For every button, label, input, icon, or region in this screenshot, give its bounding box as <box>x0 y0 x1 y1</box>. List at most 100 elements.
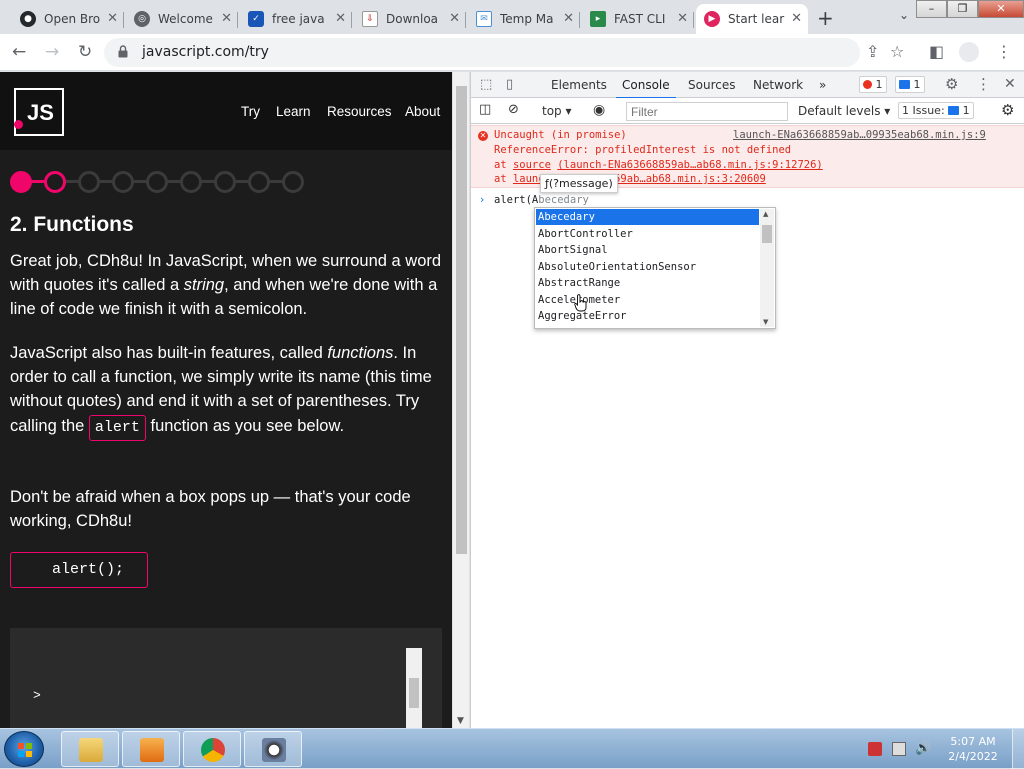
clear-console-icon[interactable]: ⊘ <box>508 102 519 117</box>
tab-network[interactable]: Network <box>753 78 803 92</box>
progress-step-dot[interactable] <box>112 171 134 193</box>
bookmark-star-icon[interactable]: ☆ <box>890 42 904 61</box>
log-levels-select[interactable]: Default levels ▾ <box>798 104 890 118</box>
more-tabs-chevron-icon[interactable]: » <box>819 78 826 92</box>
inspect-element-icon[interactable]: ⬚ <box>480 77 492 92</box>
new-tab-button[interactable]: + <box>817 6 834 30</box>
nav-resources[interactable]: Resources <box>327 104 392 119</box>
back-arrow-icon[interactable]: ← <box>12 42 26 62</box>
taskbar-explorer[interactable] <box>61 731 119 767</box>
autocomplete-item[interactable]: AnalyserNode <box>536 325 759 329</box>
autocomplete-scrollbar[interactable]: ▲ ▼ <box>760 209 774 327</box>
profile-avatar-icon[interactable] <box>959 42 979 62</box>
close-window-button[interactable]: ✕ <box>978 0 1024 18</box>
taskbar-media-player[interactable] <box>122 731 180 767</box>
console-settings-gear-icon[interactable]: ⚙ <box>1001 101 1014 119</box>
console-filter-input[interactable] <box>626 102 788 121</box>
tab-console[interactable]: Console <box>616 78 676 99</box>
progress-step-dot[interactable] <box>78 171 100 193</box>
progress-step-dot[interactable] <box>214 171 236 193</box>
nav-learn[interactable]: Learn <box>276 104 311 119</box>
error-source-link[interactable]: launch-ENa63668859ab…09935eab68.min.js:9 <box>733 129 986 141</box>
folder-icon <box>79 738 103 762</box>
page-scrollbar[interactable]: ▼ <box>452 72 469 728</box>
maximize-button[interactable]: ❐ <box>947 0 978 18</box>
browser-tab[interactable]: ✉ Temp Ma ✕ <box>468 4 580 34</box>
page-scroll-thumb[interactable] <box>456 86 467 554</box>
autocomplete-item[interactable]: AbstractRange <box>536 275 759 291</box>
console-scrollbar[interactable] <box>406 648 422 728</box>
context-select[interactable]: top ▾ <box>542 104 572 118</box>
scroll-up-arrow-icon[interactable]: ▲ <box>763 210 768 218</box>
sidebar-toggle-icon[interactable]: ◫ <box>479 102 491 117</box>
js-logo[interactable]: JS <box>14 88 64 136</box>
reload-icon[interactable]: ↻ <box>78 42 92 62</box>
devtools-menu-icon[interactable]: ⋮ <box>976 75 991 93</box>
stack-source-link[interactable]: (launch-ENa63668859ab…ab68.min.js:9:1272… <box>557 159 823 171</box>
browser-tab[interactable]: ✓ free java ✕ <box>240 4 352 34</box>
device-toolbar-icon[interactable]: ▯ <box>506 77 513 92</box>
network-icon[interactable] <box>892 742 906 756</box>
progress-step-dot[interactable] <box>10 171 32 193</box>
close-tab-icon[interactable]: ✕ <box>563 11 574 26</box>
practice-console[interactable]: > <box>10 628 442 728</box>
action-center-flag-icon[interactable] <box>868 742 882 756</box>
close-tab-icon[interactable]: ✕ <box>677 11 688 26</box>
close-devtools-icon[interactable]: ✕ <box>1004 76 1016 92</box>
autocomplete-scroll-thumb[interactable] <box>762 225 772 243</box>
live-expression-eye-icon[interactable]: ◉ <box>593 102 605 118</box>
close-tab-icon[interactable]: ✕ <box>335 11 346 26</box>
autocomplete-item[interactable]: AbsoluteOrientationSensor <box>536 259 759 275</box>
autocomplete-item[interactable]: AbortController <box>536 226 759 242</box>
download-page-icon: ⇩ <box>362 11 378 27</box>
browser-tab[interactable]: ● Open Bro ✕ <box>12 4 124 34</box>
autocomplete-item[interactable]: Abecedary <box>536 209 759 225</box>
lesson-progress <box>10 171 310 193</box>
side-panel-icon[interactable]: ◧ <box>929 42 944 61</box>
scroll-thumb[interactable] <box>409 678 419 708</box>
settings-gear-icon[interactable]: ⚙ <box>945 75 958 93</box>
issues-badge[interactable]: 1 Issue: 1 <box>898 102 974 119</box>
browser-tab[interactable]: ⇩ Downloa ✕ <box>354 4 466 34</box>
error-count-badge[interactable]: 1 <box>859 76 887 93</box>
forward-arrow-icon[interactable]: → <box>45 42 59 62</box>
minimize-button[interactable]: – <box>916 0 947 18</box>
start-button[interactable] <box>4 731 44 767</box>
lesson-paragraph-3: Don't be afraid when a box pops up — tha… <box>10 488 411 530</box>
browser-menu-icon[interactable]: ⋮ <box>996 42 1012 61</box>
close-tab-icon[interactable]: ✕ <box>449 11 460 26</box>
autocomplete-item[interactable]: AggregateError <box>536 308 759 324</box>
lesson-paragraph-2: JavaScript also has built-in features, c… <box>10 341 442 441</box>
volume-icon[interactable]: 🔊 <box>915 742 931 756</box>
tab-sources[interactable]: Sources <box>688 78 735 92</box>
close-tab-icon[interactable]: ✕ <box>107 11 118 26</box>
address-bar[interactable]: javascript.com/try <box>104 38 860 67</box>
message-count-badge[interactable]: 1 <box>895 76 925 93</box>
show-desktop-button[interactable] <box>1012 729 1024 769</box>
progress-step-dot[interactable] <box>282 171 304 193</box>
progress-step-dot[interactable] <box>248 171 270 193</box>
nav-try[interactable]: Try <box>241 104 260 119</box>
taskbar-bird-app[interactable] <box>244 731 302 767</box>
browser-tab[interactable]: ◎ Welcome ✕ <box>126 4 238 34</box>
browser-tab-active[interactable]: ▶ Start lear ✕ <box>696 4 808 34</box>
tab-search-chevron-icon[interactable]: ⌄ <box>899 8 909 22</box>
share-icon[interactable]: ⇪ <box>866 42 879 61</box>
browser-tab[interactable]: ▸ FAST CLI ✕ <box>582 4 694 34</box>
progress-step-dot[interactable] <box>44 171 66 193</box>
taskbar-clock[interactable]: 5:07 AM 2/4/2022 <box>938 734 1008 764</box>
close-tab-icon[interactable]: ✕ <box>221 11 232 26</box>
scroll-down-arrow-icon[interactable]: ▼ <box>763 318 768 326</box>
media-player-icon <box>140 738 164 762</box>
globe-icon: ◎ <box>134 11 150 27</box>
tab-elements[interactable]: Elements <box>551 78 607 92</box>
nav-about[interactable]: About <box>405 104 440 119</box>
autocomplete-item[interactable]: AbortSignal <box>536 242 759 258</box>
progress-step-dot[interactable] <box>146 171 168 193</box>
close-tab-icon[interactable]: ✕ <box>791 11 802 26</box>
stack-fn-link[interactable]: source <box>513 159 551 171</box>
scroll-down-arrow-icon[interactable]: ▼ <box>457 716 464 726</box>
progress-step-dot[interactable] <box>180 171 202 193</box>
autocomplete-item[interactable]: Accelerometer <box>536 292 759 308</box>
taskbar-chrome[interactable] <box>183 731 241 767</box>
